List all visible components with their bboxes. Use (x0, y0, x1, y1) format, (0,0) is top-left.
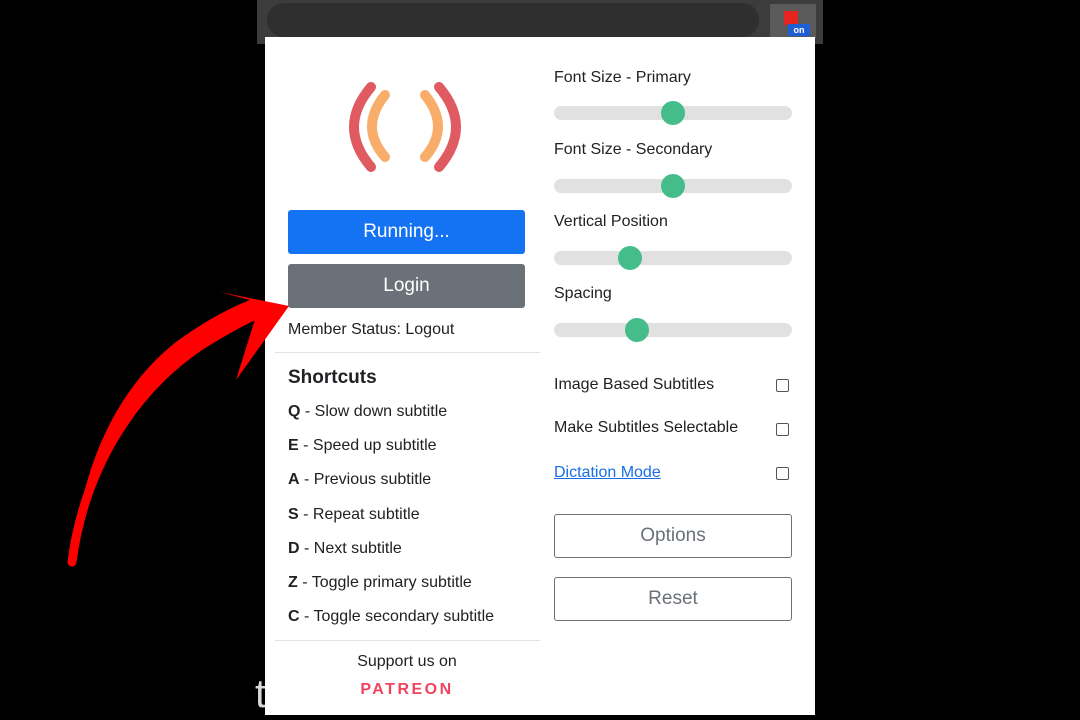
address-bar[interactable] (267, 3, 759, 37)
slider-thumb[interactable] (661, 101, 685, 125)
shortcut-key: Z (288, 574, 298, 591)
extension-button[interactable]: on (770, 4, 816, 38)
slider-thumb[interactable] (661, 174, 685, 198)
divider (275, 352, 540, 353)
options-button[interactable]: Options (554, 514, 792, 558)
shortcut-description: - Repeat subtitle (298, 506, 420, 523)
support-text: Support us on (357, 653, 457, 670)
shortcut-item: Q - Slow down subtitle (288, 403, 447, 421)
extension-flag-icon (784, 11, 798, 25)
shortcut-key: S (288, 506, 299, 523)
dictation-mode-link[interactable]: Dictation Mode (554, 464, 661, 481)
shortcut-key: A (288, 471, 300, 488)
shortcut-item: Z - Toggle primary subtitle (288, 574, 472, 592)
slider-font-size-primary[interactable] (554, 101, 792, 125)
slider-spacing[interactable] (554, 318, 792, 342)
shortcuts-heading: Shortcuts (288, 367, 377, 388)
divider (275, 640, 540, 641)
slider-label-spacing: Spacing (554, 285, 612, 302)
shortcut-key: C (288, 608, 300, 625)
slider-vertical-position[interactable] (554, 246, 792, 270)
shortcut-key: Q (288, 403, 301, 420)
shortcut-item: E - Speed up subtitle (288, 437, 437, 455)
shortcut-item: A - Previous subtitle (288, 471, 431, 489)
slider-font-size-secondary[interactable] (554, 174, 792, 198)
slider-thumb[interactable] (625, 318, 650, 342)
slider-thumb[interactable] (618, 246, 643, 270)
dictation-mode-checkbox[interactable] (776, 467, 789, 480)
reset-button[interactable]: Reset (554, 577, 792, 621)
running-button[interactable]: Running... (288, 210, 525, 254)
slider-label-vertical-position: Vertical Position (554, 213, 668, 230)
shortcut-description: - Previous subtitle (299, 471, 432, 488)
make-subtitles-selectable-checkbox[interactable] (776, 423, 789, 436)
shortcut-item: S - Repeat subtitle (288, 506, 420, 524)
login-button[interactable]: Login (288, 264, 525, 308)
shortcut-key: E (288, 437, 299, 454)
shortcut-description: - Slow down subtitle (300, 403, 448, 420)
shortcut-item: C - Toggle secondary subtitle (288, 608, 494, 626)
shortcut-key: D (288, 540, 300, 557)
slider-label-font-size-secondary: Font Size - Secondary (554, 141, 713, 158)
shortcut-description: - Speed up subtitle (298, 437, 437, 454)
shortcut-description: - Toggle secondary subtitle (299, 608, 495, 625)
patreon-link[interactable]: PATREON (265, 681, 549, 699)
extension-popup: Running... Login Member Status: Logout S… (265, 37, 815, 715)
slider-label-font-size-primary: Font Size - Primary (554, 69, 691, 86)
shortcut-description: - Toggle primary subtitle (297, 574, 472, 591)
shortcut-item: D - Next subtitle (288, 540, 402, 558)
dictation-mode-label: Dictation Mode (554, 464, 661, 482)
extension-on-badge: on (788, 24, 810, 36)
member-status: Member Status: Logout (288, 321, 455, 338)
make-subtitles-selectable-label: Make Subtitles Selectable (554, 419, 739, 436)
image-based-subtitles-checkbox[interactable] (776, 379, 789, 392)
parentheses-logo-icon (349, 82, 461, 172)
image-based-subtitles-label: Image Based Subtitles (554, 376, 715, 393)
shortcut-description: - Next subtitle (299, 540, 402, 557)
